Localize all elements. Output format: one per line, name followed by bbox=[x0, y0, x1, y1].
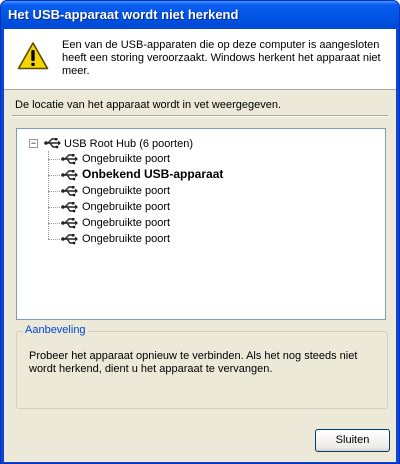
tree-root-label[interactable]: USB Root Hub (6 poorten) bbox=[64, 137, 193, 151]
tree-branch bbox=[48, 159, 60, 160]
tree-line bbox=[48, 151, 49, 239]
window-title: Het USB-apparaat wordt niet herkend bbox=[8, 7, 239, 22]
recommendation-text: Probeer het apparaat opnieuw te verbinde… bbox=[29, 350, 358, 375]
tree-item-port[interactable]: Ongebruikte poort bbox=[82, 232, 170, 246]
recommendation-group: Aanbeveling Probeer het apparaat opnieuw… bbox=[16, 324, 388, 409]
tree-branch bbox=[48, 207, 60, 208]
tree-item-port[interactable]: Ongebruikte poort bbox=[82, 152, 170, 166]
dialog-body: Een van de USB-apparaten die op deze com… bbox=[4, 29, 396, 462]
usb-icon bbox=[61, 218, 78, 229]
location-hint: De locatie van het apparaat wordt in vet… bbox=[15, 99, 281, 111]
device-tree[interactable]: − USB Root Hub (6 poorten) Ongebruikte p… bbox=[16, 128, 386, 320]
usb-icon bbox=[61, 154, 78, 165]
tree-item-port[interactable]: Ongebruikte poort bbox=[82, 216, 170, 230]
collapse-icon[interactable]: − bbox=[29, 139, 38, 148]
tree-branch bbox=[48, 191, 60, 192]
usb-icon bbox=[61, 234, 78, 245]
usb-icon bbox=[61, 186, 78, 197]
tree-branch bbox=[48, 239, 60, 240]
tree-item-unknown-device[interactable]: Onbekend USB-apparaat bbox=[82, 167, 223, 181]
tree-item-port[interactable]: Ongebruikte poort bbox=[82, 200, 170, 214]
usb-icon bbox=[44, 138, 61, 149]
usb-icon bbox=[61, 170, 78, 181]
message-header: Een van de USB-apparaten die op deze com… bbox=[4, 29, 396, 90]
warning-icon bbox=[17, 42, 49, 70]
dialog-window: Het USB-apparaat wordt niet herkend Een … bbox=[0, 0, 400, 464]
error-message: Een van de USB-apparaten die op deze com… bbox=[62, 39, 381, 77]
title-bar[interactable]: Het USB-apparaat wordt niet herkend bbox=[1, 1, 399, 29]
recommendation-title: Aanbeveling bbox=[23, 324, 88, 336]
tree-item-port[interactable]: Ongebruikte poort bbox=[82, 184, 170, 198]
tree-branch bbox=[48, 223, 60, 224]
tree-branch bbox=[48, 175, 60, 176]
separator bbox=[12, 115, 388, 117]
usb-icon bbox=[61, 202, 78, 213]
close-button[interactable]: Sluiten bbox=[315, 429, 390, 452]
